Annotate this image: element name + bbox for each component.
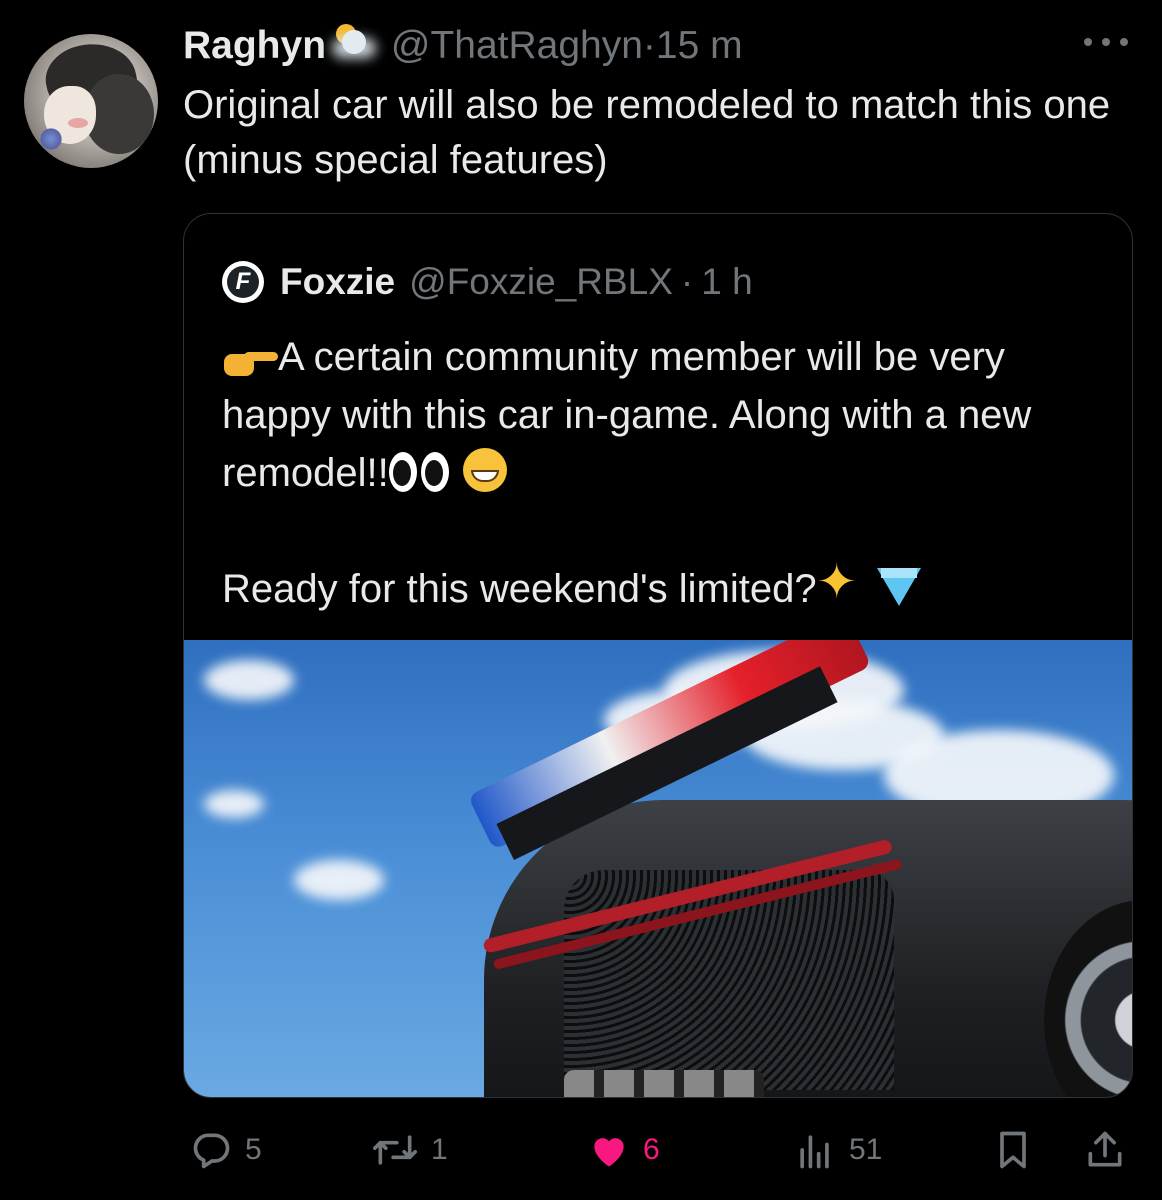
- display-name[interactable]: Raghyn: [183, 24, 326, 67]
- like-button[interactable]: 6: [587, 1125, 660, 1175]
- avatar[interactable]: [24, 34, 158, 168]
- repost-icon: [371, 1128, 419, 1172]
- separator: ·: [642, 24, 656, 67]
- repost-count: 1: [431, 1133, 448, 1166]
- grinning-face-icon: [462, 448, 507, 492]
- quote-line-1-text: A certain community member will be very …: [222, 335, 1032, 495]
- foxzie-avatar[interactable]: F: [222, 261, 264, 303]
- avatar-blush: [68, 118, 88, 128]
- views-chart-icon: [793, 1128, 837, 1172]
- reply-count: 5: [245, 1133, 262, 1166]
- quote-line-2: Ready for this weekend's limited?: [222, 558, 1092, 618]
- weather-sun-behind-cloud-icon: [328, 22, 380, 62]
- heart-icon: [587, 1128, 631, 1172]
- car-exhaust: [564, 1070, 764, 1097]
- timestamp[interactable]: 15 m: [656, 24, 743, 67]
- glowing-star-icon: [817, 558, 861, 608]
- quote-line-1: A certain community member will be very …: [222, 328, 1092, 502]
- more-options-icon[interactable]: [1084, 30, 1128, 54]
- backhand-index-pointing-right-icon: [222, 346, 278, 376]
- views-button[interactable]: 51: [793, 1125, 882, 1175]
- quote-separator: ·: [680, 261, 694, 302]
- car-rear-spoiler-image[interactable]: [184, 640, 1132, 1097]
- repost-button[interactable]: 1: [371, 1125, 448, 1175]
- quote-text: A certain community member will be very …: [222, 328, 1092, 618]
- quote-line-2-text: Ready for this weekend's limited?: [222, 567, 817, 611]
- quoted-tweet[interactable]: F Foxzie @Foxzie_RBLX · 1 h A certain co…: [183, 213, 1133, 1098]
- quote-timestamp[interactable]: 1 h: [701, 258, 752, 306]
- action-bar: 5 1 6 51: [183, 1125, 1133, 1175]
- reply-icon: [189, 1128, 233, 1172]
- avatar-flower: [38, 126, 64, 152]
- bookmark-button[interactable]: [991, 1125, 1035, 1175]
- reply-button[interactable]: 5: [189, 1125, 262, 1175]
- tweet-header: Raghyn @ThatRaghyn·15 m: [183, 22, 743, 70]
- gem-icon: [876, 568, 921, 608]
- share-icon: [1083, 1128, 1127, 1172]
- handle[interactable]: @ThatRaghyn: [391, 24, 643, 67]
- quote-handle[interactable]: @Foxzie_RBLX: [409, 258, 673, 306]
- views-count: 51: [849, 1133, 883, 1166]
- eyes-icon: [388, 452, 451, 492]
- quote-display-name[interactable]: Foxzie: [280, 258, 395, 306]
- share-button[interactable]: [1083, 1125, 1127, 1175]
- like-count: 6: [643, 1133, 660, 1166]
- tweet-text: Original car will also be remodeled to m…: [183, 83, 1111, 182]
- bookmark-icon: [991, 1128, 1035, 1172]
- quote-header: F Foxzie @Foxzie_RBLX · 1 h: [222, 258, 753, 306]
